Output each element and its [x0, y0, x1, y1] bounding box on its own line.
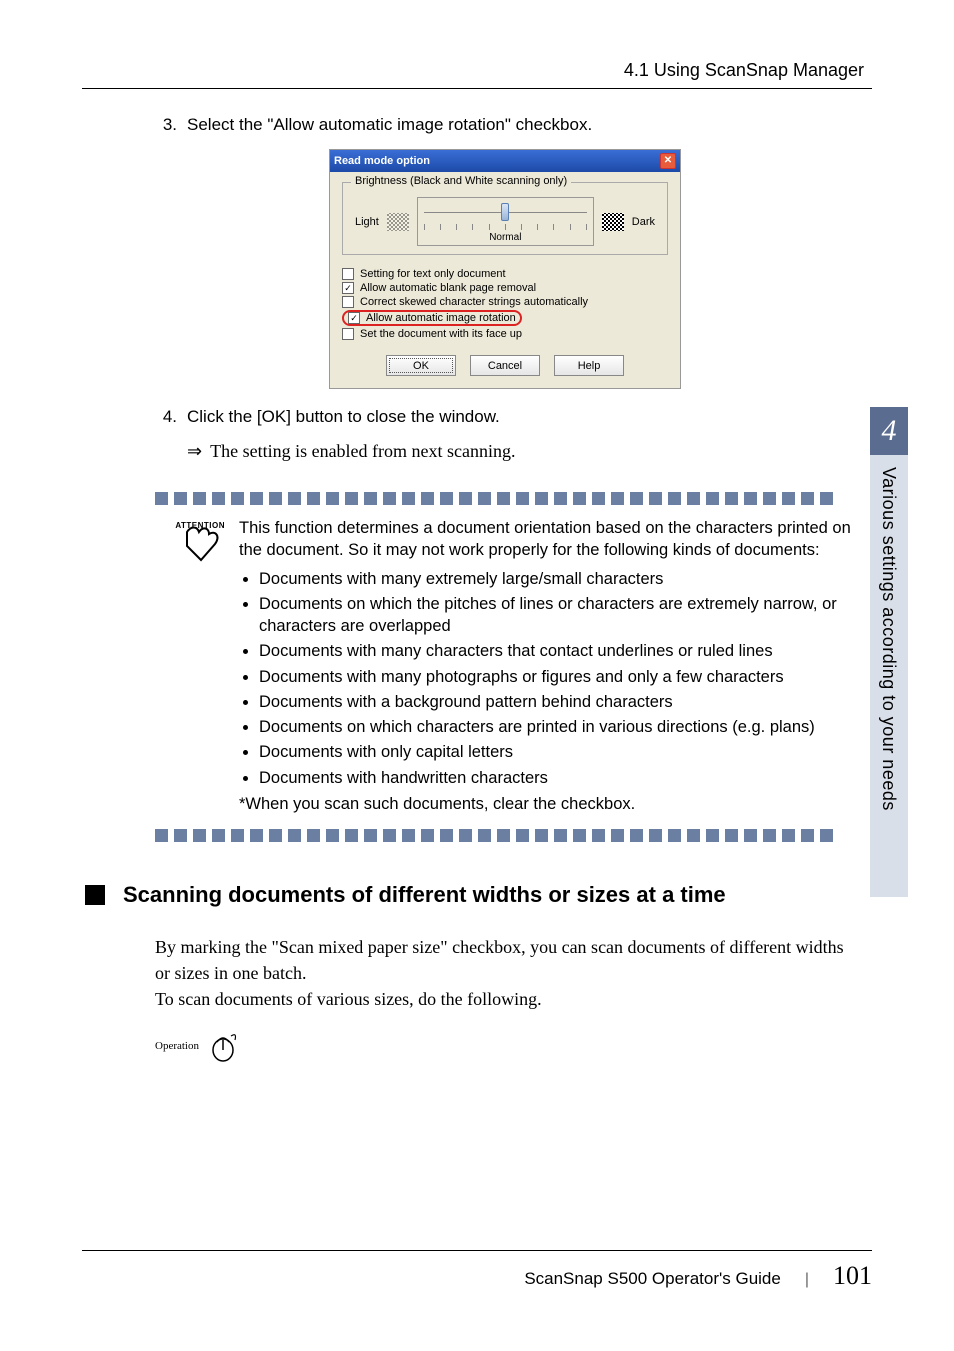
checkbox-label: Correct skewed character strings automat… [360, 296, 588, 308]
section-bullet-icon [85, 885, 105, 905]
brightness-slider[interactable] [424, 204, 587, 228]
section-title: Scanning documents of different widths o… [123, 882, 726, 908]
step-3: 3. Select the "Allow automatic image rot… [155, 115, 855, 135]
dialog-titlebar: Read mode option ✕ [330, 150, 680, 172]
checkbox-row: Set the document with its face up [342, 327, 668, 341]
chapter-side-tab: 4 Various settings according to your nee… [870, 407, 908, 897]
fieldset-legend: Brightness (Black and White scanning onl… [351, 175, 571, 187]
cancel-button[interactable]: Cancel [470, 355, 540, 376]
section-paragraph-1: By marking the "Scan mixed paper size" c… [155, 934, 855, 986]
attention-list-item: Documents with only capital letters [259, 741, 855, 763]
light-label: Light [355, 216, 379, 228]
footer-title: ScanSnap S500 Operator's Guide [524, 1269, 781, 1289]
attention-footnote: *When you scan such documents, clear the… [239, 793, 855, 815]
attention-hand-icon [179, 524, 225, 564]
operation-icon: Operation [155, 1028, 855, 1062]
checkbox-label: Allow automatic blank page removal [360, 282, 536, 294]
header-rule [82, 88, 872, 89]
checkbox-row: ✓ Allow automatic image rotation [342, 309, 668, 327]
chapter-number: 4 [870, 407, 908, 455]
chapter-title: Various settings according to your needs [870, 455, 907, 823]
decorative-rule [155, 829, 855, 842]
checkbox-row: ✓ Allow automatic blank page removal [342, 281, 668, 295]
attention-list-item: Documents with a background pattern behi… [259, 691, 855, 713]
close-icon[interactable]: ✕ [660, 153, 676, 169]
checkbox[interactable] [342, 268, 354, 280]
checkbox[interactable] [342, 328, 354, 340]
attention-block: ATTENTION This function determines a doc… [155, 517, 855, 815]
attention-list-item: Documents with handwritten characters [259, 767, 855, 789]
dark-swatch-icon [602, 213, 624, 231]
dark-label: Dark [632, 216, 655, 228]
section-paragraph-2: To scan documents of various sizes, do t… [155, 986, 855, 1012]
normal-label: Normal [424, 232, 587, 243]
checkbox[interactable]: ✓ [348, 312, 360, 324]
attention-list-item: Documents with many extremely large/smal… [259, 568, 855, 590]
help-button[interactable]: Help [554, 355, 624, 376]
slider-thumb-icon[interactable] [501, 203, 509, 221]
checkbox[interactable] [342, 296, 354, 308]
checkbox-label: Setting for text only document [360, 268, 506, 280]
attention-intro: This function determines a document orie… [239, 517, 855, 562]
footer-page-number: 101 [833, 1261, 872, 1291]
page-header: 4.1 Using ScanSnap Manager [624, 60, 864, 81]
checkbox[interactable]: ✓ [342, 282, 354, 294]
checkbox-label: Set the document with its face up [360, 328, 522, 340]
page-footer: ScanSnap S500 Operator's Guide | 101 [82, 1250, 872, 1291]
checkbox-label: Allow automatic image rotation [366, 312, 516, 324]
checkbox-row: Correct skewed character strings automat… [342, 295, 668, 309]
result-line: ⇒ The setting is enabled from next scann… [187, 441, 855, 462]
attention-list-item: Documents with many photographs or figur… [259, 666, 855, 688]
checkbox-row: Setting for text only document [342, 267, 668, 281]
brightness-fieldset: Brightness (Black and White scanning onl… [342, 182, 668, 255]
result-arrow-icon: ⇒ [187, 441, 202, 462]
light-swatch-icon [387, 213, 409, 231]
attention-list-item: Documents on which characters are printe… [259, 716, 855, 738]
read-mode-option-dialog: Read mode option ✕ Brightness (Black and… [329, 149, 681, 389]
decorative-rule [155, 492, 855, 505]
step-4: 4. Click the [OK] button to close the wi… [155, 407, 855, 427]
attention-list-item: Documents with many characters that cont… [259, 640, 855, 662]
ok-button[interactable]: OK [386, 355, 456, 376]
dialog-title: Read mode option [334, 155, 430, 167]
attention-list-item: Documents on which the pitches of lines … [259, 593, 855, 638]
